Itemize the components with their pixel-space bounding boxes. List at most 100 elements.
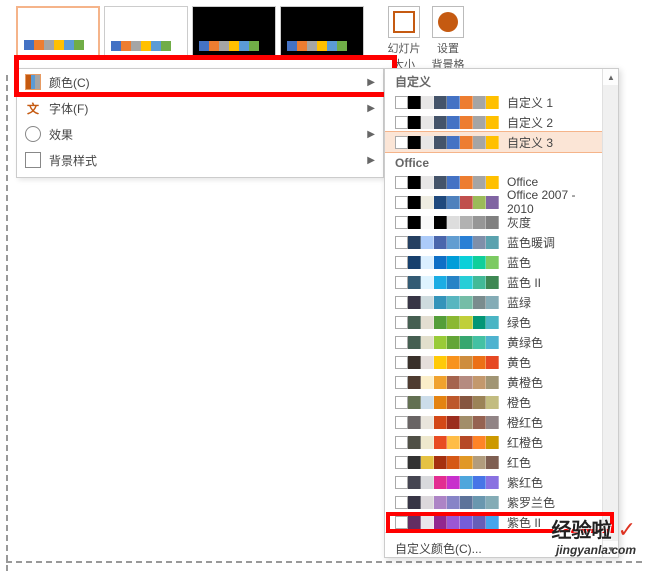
color-scheme-row[interactable]: 蓝色 [385,252,602,272]
colors-icon [25,74,41,90]
color-scheme-label: 黄橙色 [507,374,543,391]
color-scheme-row[interactable]: Office 2007 - 2010 [385,192,602,212]
background-icon [25,152,41,168]
submenu-footer: 自定义颜色(C)... 重设幻灯片主题颜色 [385,532,602,557]
color-scheme-label: 自定义 3 [507,134,553,151]
color-scheme-label: 紫红色 [507,474,543,491]
color-scheme-label: 橙色 [507,394,531,411]
chevron-right-icon: ▶ [367,77,375,88]
color-scheme-row[interactable]: 绿色 [385,312,602,332]
section-custom-header: 自定义 [385,69,602,92]
color-scheme-label: 蓝色暖调 [507,234,555,251]
color-scheme-label: 绿色 [507,314,531,331]
color-scheme-row[interactable]: 自定义 2 [385,112,602,132]
theme-thumb-3[interactable] [192,6,276,60]
theme-thumb-4[interactable] [280,6,364,60]
effects-icon [25,126,41,142]
menu-background[interactable]: 背景样式 ▶ [17,147,383,173]
color-scheme-row[interactable]: 红色 [385,452,602,472]
color-scheme-label: 紫色 II [507,514,541,531]
theme-thumb-1[interactable] [16,6,100,60]
color-scheme-row[interactable]: 蓝色暖调 [385,232,602,252]
slide-icon [393,11,415,33]
color-swatches [395,356,499,369]
color-scheme-row[interactable]: 紫红色 [385,472,602,492]
color-swatches [395,416,499,429]
color-scheme-label: 黄绿色 [507,334,543,351]
color-scheme-row[interactable]: 黄色 [385,352,602,372]
scroll-track[interactable] [603,85,618,541]
color-scheme-row[interactable]: 自定义 1 [385,92,602,112]
menu-fonts-label: 字体(F) [49,100,88,117]
color-scheme-label: 红色 [507,454,531,471]
color-scheme-label: 自定义 1 [507,94,553,111]
color-scheme-row[interactable]: 红橙色 [385,432,602,452]
color-scheme-label: Office [507,175,538,189]
color-scheme-row[interactable]: 紫罗兰色 [385,492,602,512]
gear-icon [438,12,458,32]
chevron-right-icon: ▶ [367,129,375,140]
color-swatches [395,116,499,129]
color-swatches [395,496,499,509]
theme-thumbnails [16,6,364,60]
menu-fonts[interactable]: 文 字体(F) ▶ [17,95,383,121]
color-scheme-label: 灰度 [507,214,531,231]
theme-thumb-2[interactable] [104,6,188,60]
color-scheme-row[interactable]: 自定义 3 [385,132,602,152]
menu-effects[interactable]: 效果 ▶ [17,121,383,147]
section-office-header: Office [385,152,602,172]
chevron-right-icon: ▶ [367,103,375,114]
color-swatches [395,136,499,149]
thumb-strip [287,41,347,51]
color-swatches [395,396,499,409]
color-scheme-label: 蓝绿 [507,294,531,311]
color-scheme-row[interactable]: 紫色 II [385,512,602,532]
color-swatches [395,236,499,249]
customize-colors-item[interactable]: 自定义颜色(C)... [385,537,602,557]
color-scheme-label: 蓝色 [507,254,531,271]
color-scheme-label: 橙红色 [507,414,543,431]
scroll-up-icon[interactable]: ▲ [603,69,619,85]
color-swatches [395,336,499,349]
thumb-strip [24,40,84,50]
color-scheme-label: 蓝色 II [507,274,541,291]
variants-menu: 颜色(C) ▶ 文 字体(F) ▶ 效果 ▶ 背景样式 ▶ [16,68,384,178]
color-swatches [395,456,499,469]
menu-effects-label: 效果 [49,126,73,143]
color-scheme-label: 紫罗兰色 [507,494,555,511]
color-scheme-row[interactable]: 黄绿色 [385,332,602,352]
submenu-scrollbar[interactable]: ▲ ▼ [602,69,618,557]
menu-colors-label: 颜色(C) [49,74,90,91]
color-swatches [395,376,499,389]
color-swatches [395,176,499,189]
color-scheme-row[interactable]: 黄橙色 [385,372,602,392]
color-swatches [395,436,499,449]
thumb-strip [199,41,259,51]
color-swatches [395,96,499,109]
color-scheme-label: 黄色 [507,354,531,371]
color-scheme-label: 红橙色 [507,434,543,451]
chevron-right-icon: ▶ [367,155,375,166]
color-swatches [395,476,499,489]
color-scheme-row[interactable]: 橙色 [385,392,602,412]
menu-colors[interactable]: 颜色(C) ▶ [17,69,383,95]
color-scheme-row[interactable]: 蓝色 II [385,272,602,292]
color-scheme-row[interactable]: 蓝绿 [385,292,602,312]
scroll-down-icon[interactable]: ▼ [603,541,619,557]
color-swatches [395,216,499,229]
submenu-content: 自定义 自定义 1自定义 2自定义 3 Office OfficeOffice … [385,69,602,557]
menu-background-label: 背景样式 [49,152,97,169]
color-swatches [395,256,499,269]
color-swatches [395,316,499,329]
thumb-strip [111,41,171,51]
color-scheme-label: 自定义 2 [507,114,553,131]
fonts-icon: 文 [25,100,41,116]
color-swatches [395,516,499,529]
color-scheme-row[interactable]: 橙红色 [385,412,602,432]
colors-submenu: 自定义 自定义 1自定义 2自定义 3 Office OfficeOffice … [384,68,619,558]
color-swatches [395,196,499,209]
color-scheme-label: Office 2007 - 2010 [507,188,596,216]
color-swatches [395,296,499,309]
guide-bottom [6,561,642,563]
color-swatches [395,276,499,289]
